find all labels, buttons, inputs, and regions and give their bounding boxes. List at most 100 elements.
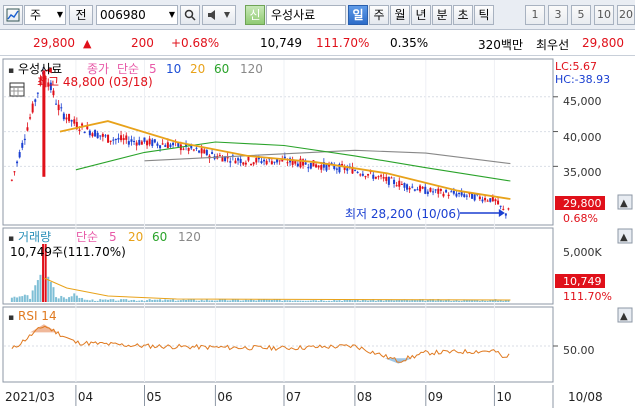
candle-body bbox=[117, 137, 120, 140]
volume-collapse-icon[interactable]: ▪ bbox=[8, 234, 14, 244]
candle-body bbox=[395, 185, 398, 187]
candle-body bbox=[450, 191, 453, 193]
prev-button[interactable]: 전 bbox=[69, 5, 93, 25]
candle-body bbox=[34, 99, 37, 102]
volume-bar bbox=[143, 300, 146, 302]
candle-body bbox=[78, 129, 81, 132]
chart-area[interactable]: ▪ 우성사료 종가 단순 5 10 20 60 120 최고 48,800 (0… bbox=[0, 56, 635, 408]
search-icon[interactable] bbox=[180, 5, 200, 25]
volume-bar bbox=[101, 299, 104, 302]
candle-body bbox=[273, 161, 276, 163]
volume-bar bbox=[299, 300, 302, 302]
current-price: 29,800 bbox=[33, 36, 75, 50]
stock-code-input[interactable]: 006980 ▼ bbox=[96, 5, 178, 25]
period-tab[interactable]: 분 bbox=[432, 5, 452, 25]
candle-body bbox=[26, 127, 29, 131]
volume-bar bbox=[34, 285, 37, 302]
candle-body bbox=[270, 161, 273, 165]
minute-button[interactable]: 20 bbox=[617, 5, 635, 25]
period-tab[interactable]: 일 bbox=[348, 5, 368, 25]
candle-body bbox=[244, 162, 247, 165]
volume-bar bbox=[62, 297, 65, 302]
candle-body bbox=[250, 163, 253, 165]
x-axis bbox=[0, 385, 635, 408]
candle-body bbox=[140, 141, 143, 145]
candle-body bbox=[497, 200, 500, 205]
collapse-icon[interactable]: ▪ bbox=[8, 66, 14, 76]
candle-body bbox=[458, 192, 461, 195]
minute-button[interactable]: 10 bbox=[594, 5, 614, 25]
chart-window: 주 ▼ 전 006980 ▼ 신 우성사료 일주월년분초틱 1 3 5 10 20 29… bbox=[0, 0, 635, 408]
sound-icon[interactable] bbox=[202, 5, 236, 25]
volume-bar bbox=[338, 300, 341, 302]
candle-body bbox=[237, 158, 240, 161]
volume-bar bbox=[460, 300, 463, 302]
period-tab[interactable]: 틱 bbox=[474, 5, 494, 25]
candle-body bbox=[307, 167, 310, 169]
period-tab[interactable]: 초 bbox=[453, 5, 473, 25]
candle-body bbox=[424, 186, 427, 194]
volume-bar bbox=[289, 300, 292, 302]
period-tab[interactable]: 주 bbox=[369, 5, 389, 25]
volume-bar bbox=[49, 281, 52, 302]
high-annotation: 최고 48,800 (03/18) bbox=[37, 75, 153, 89]
calendar-icon[interactable] bbox=[9, 82, 25, 97]
stock-chart-svg[interactable]: ▪ 우성사료 종가 단순 5 10 20 60 120 최고 48,800 (0… bbox=[0, 56, 635, 408]
candle-body bbox=[107, 134, 110, 143]
candle-body bbox=[380, 175, 383, 177]
candle-body bbox=[359, 174, 362, 176]
x-axis-label: 08 bbox=[357, 390, 372, 404]
candle-body bbox=[315, 164, 318, 168]
volume-bar bbox=[263, 299, 266, 302]
minute-button[interactable]: 3 bbox=[548, 5, 568, 25]
volume-bar bbox=[268, 299, 271, 302]
volume-bar bbox=[164, 299, 167, 302]
candle-body bbox=[83, 131, 86, 134]
candle-body bbox=[367, 174, 370, 176]
volume-bar bbox=[452, 300, 455, 302]
period-tab[interactable]: 년 bbox=[411, 5, 431, 25]
candle-body bbox=[195, 147, 198, 149]
volume-bar bbox=[213, 300, 216, 302]
candle-body bbox=[133, 140, 136, 142]
candle-body bbox=[486, 200, 489, 202]
candle-body bbox=[387, 176, 390, 185]
volume-bar bbox=[114, 300, 117, 302]
type-select[interactable]: 주 ▼ bbox=[24, 5, 66, 25]
candle-body bbox=[91, 133, 94, 137]
candle-body bbox=[294, 161, 297, 164]
volume-bar bbox=[250, 299, 253, 302]
volume-bar bbox=[424, 300, 427, 302]
candle-body bbox=[68, 113, 71, 122]
candle-body bbox=[192, 149, 195, 151]
minute-button[interactable]: 5 bbox=[571, 5, 591, 25]
volume-bar bbox=[296, 300, 299, 302]
rsi-collapse-icon[interactable]: ▪ bbox=[8, 313, 14, 323]
minute-button[interactable]: 1 bbox=[525, 5, 545, 25]
candle-body bbox=[434, 189, 437, 191]
volume-bar bbox=[507, 300, 510, 302]
x-axis-label: 2021/03 bbox=[5, 390, 55, 404]
last-price-value: 29,800 bbox=[563, 197, 602, 210]
candle-body bbox=[122, 138, 125, 141]
volume-bar bbox=[226, 300, 229, 302]
candle-body bbox=[242, 162, 245, 165]
volume-bar bbox=[333, 299, 336, 302]
candle-body bbox=[73, 119, 76, 124]
volume-bar bbox=[13, 296, 16, 302]
chart-menu-icon[interactable] bbox=[3, 5, 23, 25]
candle-body bbox=[62, 113, 65, 120]
volume-bar bbox=[244, 299, 247, 302]
volume-bar bbox=[153, 299, 156, 302]
volume-bar bbox=[374, 300, 377, 302]
volume-bar bbox=[130, 300, 133, 302]
candle-body bbox=[361, 173, 364, 176]
candle-body bbox=[374, 176, 377, 179]
candle-body bbox=[426, 191, 429, 194]
up-arrow-icon: ▲ bbox=[83, 37, 92, 50]
candle-body bbox=[432, 191, 435, 193]
candle-body bbox=[400, 183, 403, 185]
volume-bar bbox=[242, 300, 245, 302]
candle-body bbox=[109, 140, 112, 142]
period-tab[interactable]: 월 bbox=[390, 5, 410, 25]
